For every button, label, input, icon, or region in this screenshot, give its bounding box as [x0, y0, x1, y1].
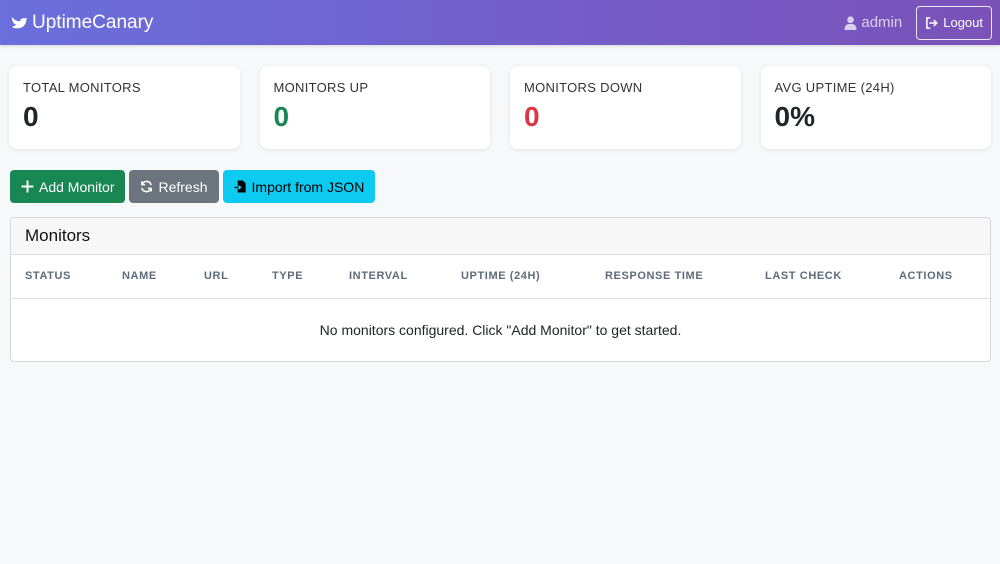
- bird-icon: [11, 16, 28, 28]
- top-navbar: UptimeCanary admin Logout: [0, 0, 1000, 45]
- user-icon: [844, 15, 857, 30]
- toolbar: Add Monitor Refresh Import from JSON: [0, 149, 1000, 203]
- monitors-up-card: MONITORS UP 0: [259, 66, 490, 149]
- table-header-row: STATUS NAME URL TYPE INTERVAL UPTIME (24…: [11, 255, 990, 299]
- brand-name: UptimeCanary: [32, 11, 154, 33]
- empty-row: No monitors configured. Click "Add Monit…: [11, 298, 990, 361]
- logout-label: Logout: [943, 15, 983, 30]
- card-label: MONITORS DOWN: [524, 80, 643, 95]
- col-type: TYPE: [258, 255, 335, 299]
- refresh-label: Refresh: [158, 178, 208, 195]
- file-import-icon: [233, 180, 246, 193]
- card-value: 0%: [774, 101, 815, 132]
- col-response-time: RESPONSE TIME: [591, 255, 751, 299]
- card-value: 0: [524, 101, 540, 132]
- monitors-panel: Monitors STATUS NAME URL TYPE INTERVAL U…: [10, 217, 991, 362]
- user-menu[interactable]: admin: [844, 14, 902, 31]
- col-name: NAME: [108, 255, 190, 299]
- plus-icon: [21, 180, 34, 193]
- card-label: AVG UPTIME (24H): [774, 80, 895, 95]
- col-uptime: UPTIME (24H): [447, 255, 591, 299]
- card-label: TOTAL MONITORS: [23, 80, 141, 95]
- empty-message: No monitors configured. Click "Add Monit…: [319, 321, 682, 338]
- brand[interactable]: UptimeCanary: [10, 12, 153, 34]
- refresh-button[interactable]: Refresh: [129, 170, 219, 203]
- col-status: STATUS: [11, 255, 108, 299]
- sign-out-icon: [926, 16, 939, 29]
- avg-uptime-card: AVG UPTIME (24H) 0%: [760, 66, 991, 149]
- import-json-button[interactable]: Import from JSON: [222, 170, 376, 203]
- refresh-icon: [141, 180, 153, 193]
- total-monitors-card: TOTAL MONITORS 0: [9, 66, 240, 149]
- logout-button[interactable]: Logout: [916, 5, 992, 40]
- card-value: 0: [23, 101, 39, 132]
- import-json-label: Import from JSON: [251, 178, 365, 195]
- user-name: admin: [861, 14, 903, 31]
- monitors-table: STATUS NAME URL TYPE INTERVAL UPTIME (24…: [11, 255, 990, 361]
- col-last-check: LAST CHECK: [751, 255, 885, 299]
- add-monitor-button[interactable]: Add Monitor: [10, 170, 126, 203]
- stats-cards: TOTAL MONITORS 0 MONITORS UP 0 MONITORS …: [0, 45, 1000, 149]
- card-value: 0: [273, 101, 290, 132]
- add-monitor-label: Add Monitor: [39, 178, 115, 195]
- col-url: URL: [190, 255, 258, 299]
- panel-title: Monitors: [11, 218, 990, 255]
- col-actions: ACTIONS: [885, 255, 990, 299]
- monitors-down-card: MONITORS DOWN 0: [510, 66, 741, 149]
- card-label: MONITORS UP: [273, 80, 369, 95]
- col-interval: INTERVAL: [335, 255, 447, 299]
